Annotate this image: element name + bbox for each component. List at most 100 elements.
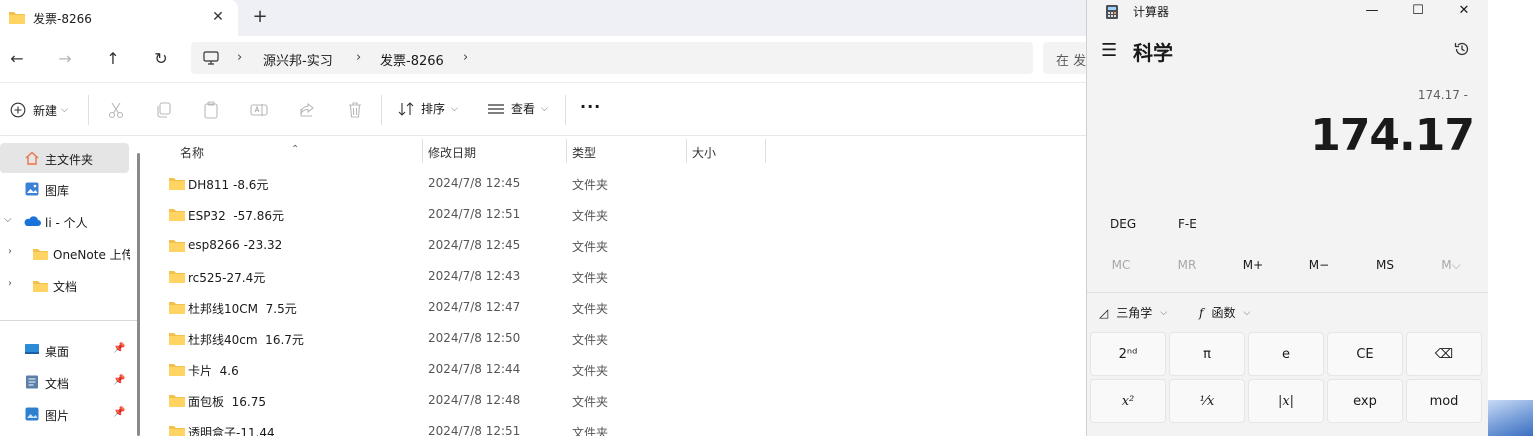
file-type: 文件夹 xyxy=(572,302,609,316)
history-icon[interactable] xyxy=(1453,40,1471,58)
folder-icon xyxy=(169,240,185,252)
folder-icon xyxy=(169,426,185,436)
pin-icon[interactable]: 📌 xyxy=(113,375,125,386)
chevron-down-icon[interactable]: ⌵ xyxy=(4,214,12,225)
e-key[interactable]: e xyxy=(1248,332,1324,376)
second-function-key[interactable]: 2ⁿᵈ xyxy=(1090,332,1166,376)
command-bar: 新建 ⌵ 排序 ⌵ 查看 ⌵ ··· xyxy=(0,82,1086,136)
square-key[interactable]: x² xyxy=(1090,379,1166,423)
document-icon xyxy=(26,375,38,389)
memory-subtract-button[interactable]: M− xyxy=(1289,258,1349,272)
chevron-down-icon: ⌵ xyxy=(541,103,548,114)
up-arrow-icon[interactable]: ↑ xyxy=(101,47,125,71)
delete-icon[interactable] xyxy=(345,100,365,120)
chevron-right-icon[interactable]: › xyxy=(356,50,361,65)
view-label: 查看 xyxy=(511,102,536,116)
sidebar-item-label: 图库 xyxy=(45,184,70,198)
sidebar-item-pictures[interactable]: 图片 📌 xyxy=(0,399,130,429)
pi-key[interactable]: π xyxy=(1169,332,1245,376)
hamburger-menu-icon[interactable]: ☰ xyxy=(1101,40,1117,61)
file-type: 文件夹 xyxy=(572,209,609,223)
memory-add-button[interactable]: M+ xyxy=(1223,258,1283,272)
chevron-right-icon[interactable]: › xyxy=(237,50,242,65)
desktop-wallpaper xyxy=(1488,400,1533,436)
backspace-key[interactable]: ⌫ xyxy=(1406,332,1482,376)
file-row[interactable]: 杜邦线10CM 7.5元 2024/7/8 12:47 文件夹 xyxy=(146,292,1086,323)
triangle-icon: ◿ xyxy=(1099,305,1109,320)
memory-list-button[interactable]: M⌵ xyxy=(1421,258,1481,273)
column-header-type[interactable]: 类型 xyxy=(566,137,686,164)
breadcrumb-parent[interactable]: 源兴邦-实习 xyxy=(263,50,333,69)
memory-store-button[interactable]: MS xyxy=(1355,258,1415,272)
folder-icon xyxy=(169,395,185,407)
computer-icon xyxy=(203,51,219,65)
back-arrow-icon[interactable]: ← xyxy=(5,47,29,71)
forward-arrow-icon[interactable]: → xyxy=(53,47,77,71)
column-type-label: 类型 xyxy=(572,146,597,160)
file-row[interactable]: esp8266 -23.32 2024/7/8 12:45 文件夹 xyxy=(146,230,1086,261)
sidebar-scrollbar[interactable] xyxy=(137,153,140,436)
paste-icon[interactable] xyxy=(201,100,221,120)
rename-icon[interactable] xyxy=(249,100,269,120)
refresh-icon[interactable]: ↻ xyxy=(149,47,173,71)
function-menu[interactable]: f 函数 ⌵ xyxy=(1199,304,1250,321)
trigonometry-menu[interactable]: ◿ 三角学 ⌵ xyxy=(1099,304,1167,321)
minimize-icon[interactable]: — xyxy=(1349,0,1395,22)
file-row[interactable]: ESP32 -57.86元 2024/7/8 12:51 文件夹 xyxy=(146,199,1086,230)
column-divider[interactable] xyxy=(765,139,766,163)
chevron-right-icon[interactable]: › xyxy=(463,50,468,65)
file-explorer-window: 发票-8266 ✕ + ← → ↑ ↻ › 源兴邦-实习 › 发票-8266 ›… xyxy=(0,0,1103,436)
close-icon[interactable]: ✕ xyxy=(1441,0,1487,22)
new-button[interactable]: 新建 ⌵ xyxy=(10,100,68,120)
chevron-right-icon[interactable]: › xyxy=(8,278,12,289)
file-row[interactable]: 透明盒子-11.44 2024/7/8 12:51 文件夹 xyxy=(146,416,1086,436)
file-row[interactable]: rc525-27.4元 2024/7/8 12:43 文件夹 xyxy=(146,261,1086,292)
view-button[interactable]: 查看 ⌵ xyxy=(487,100,548,117)
clear-entry-key[interactable]: CE xyxy=(1327,332,1403,376)
pin-icon[interactable]: 📌 xyxy=(113,407,125,418)
absolute-value-key[interactable]: |x| xyxy=(1248,379,1324,423)
pin-icon[interactable]: 📌 xyxy=(113,343,125,354)
more-options-button[interactable]: ··· xyxy=(580,97,601,116)
copy-icon[interactable] xyxy=(154,100,174,120)
memory-clear-button[interactable]: MC xyxy=(1091,258,1151,272)
share-icon[interactable] xyxy=(297,100,317,120)
column-header-name[interactable]: 名称 ⌃ xyxy=(146,137,422,164)
sidebar-item-documents-onedrive[interactable]: › 文档 xyxy=(0,270,130,300)
file-row[interactable]: 杜邦线40cm 16.7元 2024/7/8 12:50 文件夹 xyxy=(146,323,1086,354)
file-type: 文件夹 xyxy=(572,395,609,409)
sidebar-item-onenote[interactable]: › OneNote 上传 xyxy=(0,238,130,268)
close-tab-icon[interactable]: ✕ xyxy=(207,6,229,28)
sidebar-item-label: 文档 xyxy=(45,377,70,391)
add-circle-icon xyxy=(10,102,26,118)
sort-button[interactable]: 排序 ⌵ xyxy=(397,100,458,117)
navigation-pane: 主文件夹 图库 ⌵ li - 个人 › OneNote 上传 › 文档 桌面 📌… xyxy=(0,137,138,436)
breadcrumb-current[interactable]: 发票-8266 xyxy=(380,50,444,69)
exp-key[interactable]: exp xyxy=(1327,379,1403,423)
tab-active[interactable]: 发票-8266 ✕ xyxy=(0,0,238,36)
tab-strip: 发票-8266 ✕ + xyxy=(0,0,1086,36)
sidebar-item-desktop[interactable]: 桌面 📌 xyxy=(0,335,130,365)
cut-icon[interactable] xyxy=(106,100,126,120)
sidebar-item-home[interactable]: 主文件夹 xyxy=(0,143,129,173)
fe-button[interactable]: F-E xyxy=(1178,217,1197,231)
sort-label: 排序 xyxy=(421,102,446,116)
toolbar-divider xyxy=(381,95,382,125)
file-row[interactable]: DH811 -8.6元 2024/7/8 12:45 文件夹 xyxy=(146,168,1086,199)
column-header-date[interactable]: 修改日期 xyxy=(422,137,566,164)
chevron-right-icon[interactable]: › xyxy=(8,246,12,257)
reciprocal-key[interactable]: ¹⁄x xyxy=(1169,379,1245,423)
file-row[interactable]: 卡片 4.6 2024/7/8 12:44 文件夹 xyxy=(146,354,1086,385)
maximize-icon[interactable]: ☐ xyxy=(1395,0,1441,22)
function-icon: f xyxy=(1199,305,1204,320)
address-bar[interactable]: › 源兴邦-实习 › 发票-8266 › xyxy=(191,42,1033,74)
sidebar-item-documents[interactable]: 文档 📌 xyxy=(0,367,130,397)
memory-recall-button[interactable]: MR xyxy=(1157,258,1217,272)
new-tab-icon[interactable]: + xyxy=(249,6,271,28)
column-header-size[interactable]: 大小 xyxy=(686,137,766,164)
sidebar-item-gallery[interactable]: 图库 xyxy=(0,174,130,204)
angle-unit-button[interactable]: DEG xyxy=(1110,217,1136,231)
mod-key[interactable]: mod xyxy=(1406,379,1482,423)
sidebar-item-onedrive[interactable]: ⌵ li - 个人 xyxy=(0,206,130,236)
file-row[interactable]: 面包板 16.75 2024/7/8 12:48 文件夹 xyxy=(146,385,1086,416)
